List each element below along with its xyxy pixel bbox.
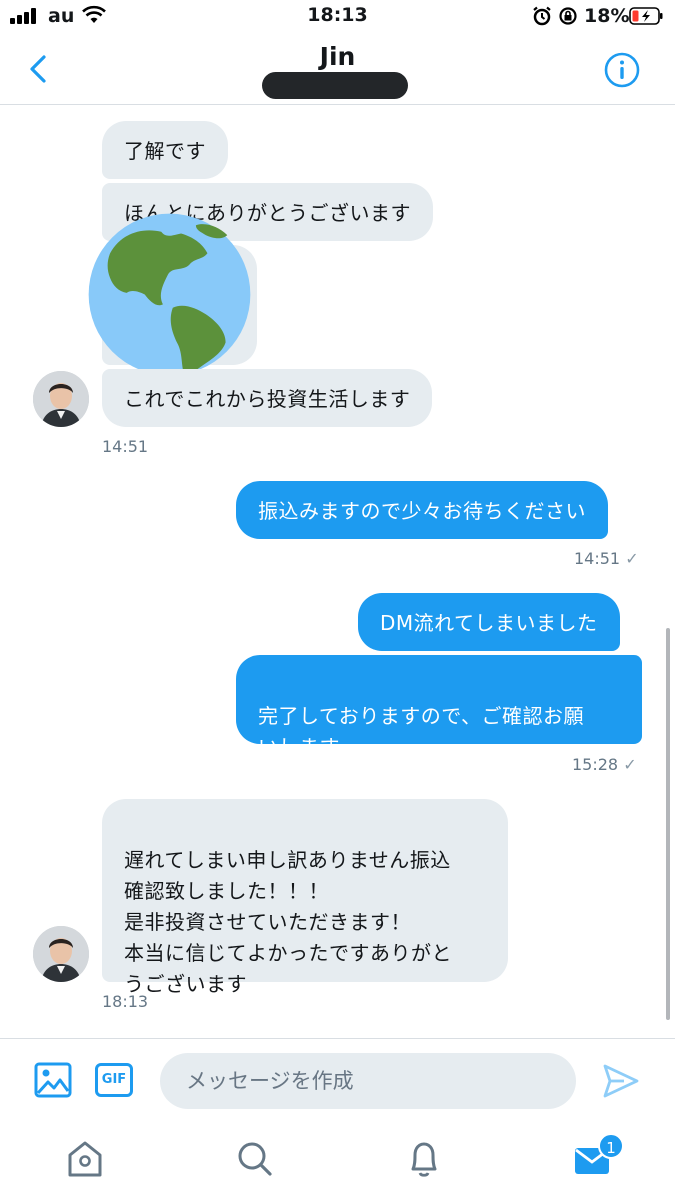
message-text: 了解です xyxy=(124,139,206,163)
message-text: 振込みますので少々お待ちください xyxy=(258,499,586,523)
message-bubble-incoming[interactable]: 遅れてしまい申し訳ありません振込 確認致しました！！！ 是非投資させていただきま… xyxy=(102,799,508,996)
gif-icon[interactable]: GIF xyxy=(95,1063,133,1097)
message-input[interactable] xyxy=(160,1053,576,1109)
contact-name[interactable]: Jin xyxy=(0,42,675,71)
read-check-icon: ✓ xyxy=(623,755,637,774)
search-icon[interactable] xyxy=(234,1138,274,1180)
send-icon[interactable] xyxy=(602,1063,640,1099)
timestamp-text: 14:51 xyxy=(574,549,621,568)
timestamp: 15:28 ✓ xyxy=(572,755,637,774)
avatar[interactable] xyxy=(33,926,89,982)
globe-emoji-icon xyxy=(88,213,251,376)
message-bubble-outgoing[interactable]: 振込みますので少々お待ちください xyxy=(236,481,608,539)
scrollbar[interactable] xyxy=(666,628,670,1020)
tab-bar xyxy=(0,1120,675,1200)
avatar-image xyxy=(33,926,89,982)
timestamp: 14:51 xyxy=(102,437,149,456)
alarm-icon xyxy=(533,6,551,26)
messages-badge: 1 xyxy=(598,1133,624,1159)
avatar-image xyxy=(33,371,89,427)
status-bar: au 18:13 18% xyxy=(0,0,675,34)
message-bubble-outgoing[interactable]: DM流れてしまいました xyxy=(358,593,620,651)
image-icon[interactable] xyxy=(34,1061,72,1099)
gif-label: GIF xyxy=(101,1072,127,1087)
message-bubble-outgoing[interactable]: 完了しておりますので、ご確認お願 いします xyxy=(236,655,642,759)
timestamp-text: 15:28 xyxy=(572,755,619,774)
message-text: 完了しておりますので、ご確認お願 いします xyxy=(258,704,584,759)
bell-icon[interactable] xyxy=(404,1138,444,1180)
message-bubble-incoming[interactable]: 了解です xyxy=(102,121,228,179)
timestamp: 18:13 xyxy=(102,992,149,1011)
message-text: DM流れてしまいました xyxy=(380,611,598,635)
battery-percent: 18% xyxy=(584,5,630,27)
info-icon[interactable] xyxy=(603,51,641,89)
rotation-lock-icon xyxy=(559,7,577,25)
read-check-icon: ✓ xyxy=(625,549,639,568)
conversation-header: Jin xyxy=(0,34,675,105)
avatar[interactable] xyxy=(33,371,89,427)
redacted-handle xyxy=(262,72,408,99)
message-composer: GIF xyxy=(0,1038,675,1120)
message-text: 遅れてしまい申し訳ありません振込 確認致しました！！！ 是非投資させていただきま… xyxy=(124,848,452,996)
message-bubble-incoming[interactable]: これでこれから投資生活します xyxy=(102,369,433,427)
battery-icon xyxy=(629,7,663,25)
home-icon[interactable] xyxy=(65,1138,105,1180)
timestamp: 14:51 ✓ xyxy=(574,549,639,568)
message-text: これでこれから投資生活します xyxy=(124,387,411,411)
